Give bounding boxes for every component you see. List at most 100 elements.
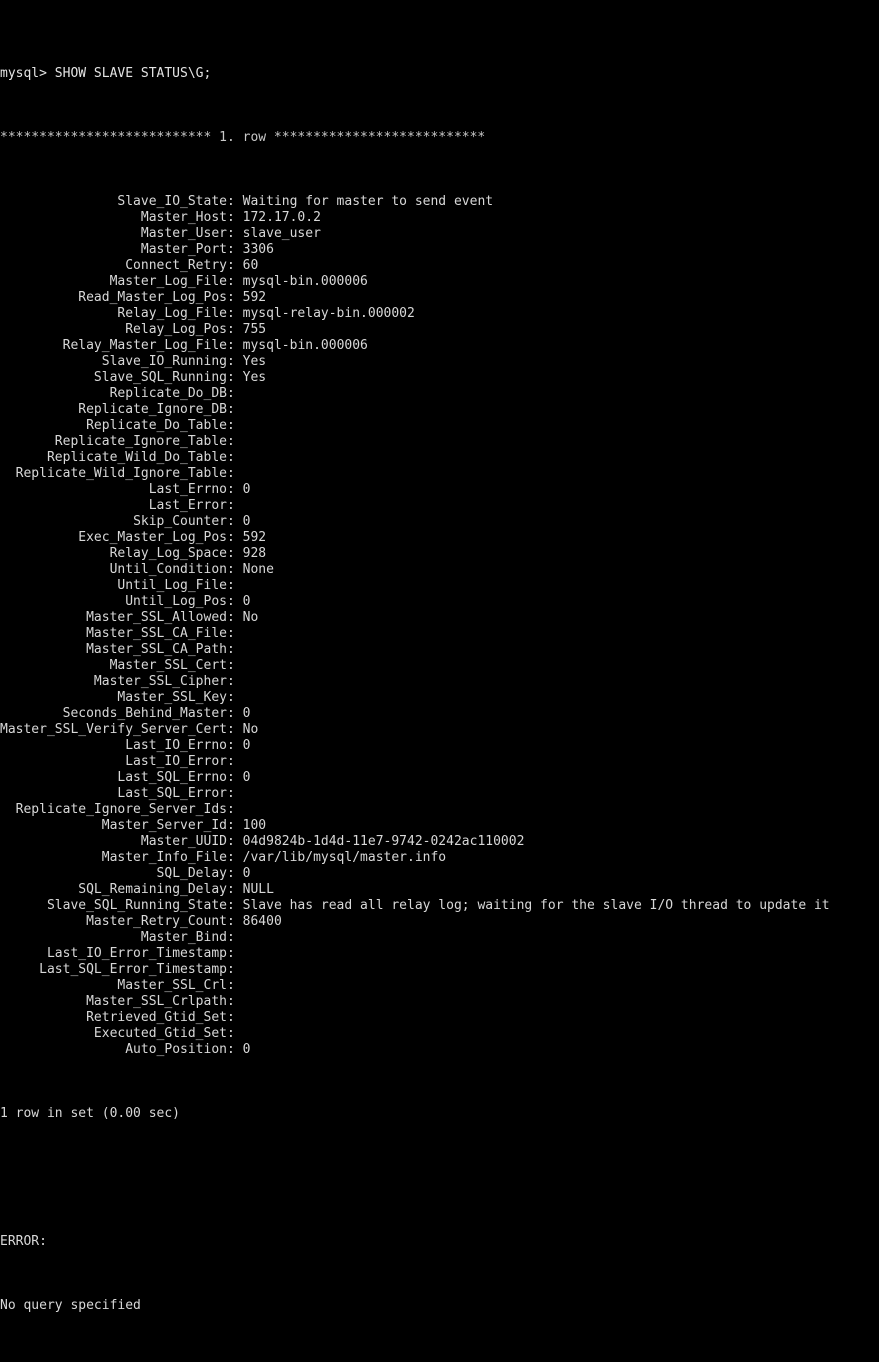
field-value: Yes — [234, 354, 267, 369]
field-indent — [0, 914, 86, 929]
field-colon: : — [227, 290, 235, 305]
field-label: Skip_Counter — [133, 514, 227, 529]
field-label: Relay_Log_Pos — [125, 322, 227, 337]
field-indent — [0, 530, 78, 545]
field-label: Executed_Gtid_Set — [93, 1026, 227, 1041]
field-indent — [0, 578, 117, 593]
field-value: None — [234, 562, 274, 577]
field-label: Replicate_Ignore_Server_Ids — [15, 802, 227, 817]
field-indent — [0, 1026, 94, 1041]
field-label: Replicate_Do_DB — [109, 386, 227, 401]
field-indent — [0, 546, 110, 561]
field-colon: : — [227, 530, 235, 545]
field-label: Master_SSL_Crlpath — [86, 994, 227, 1009]
field-indent — [0, 930, 141, 945]
field-colon: : — [226, 978, 235, 993]
status-field-row: Last_SQL_Error_Timestamp: — [0, 962, 830, 978]
field-label: Retrieved_Gtid_Set — [86, 1010, 227, 1025]
field-indent — [0, 274, 110, 289]
field-colon: : — [226, 386, 235, 401]
status-field-row: Master_SSL_CA_File: — [0, 626, 830, 642]
field-indent — [0, 210, 141, 225]
status-field-row: Replicate_Wild_Ignore_Table: — [0, 466, 830, 482]
field-colon: : — [226, 658, 235, 673]
field-value: 0 — [234, 738, 251, 753]
status-field-row: Replicate_Do_DB: — [0, 386, 830, 402]
field-label: Master_SSL_Verify_Server_Cert — [0, 722, 227, 737]
field-value: No — [234, 610, 259, 625]
field-colon: : — [226, 802, 235, 817]
field-colon: : — [226, 738, 235, 753]
field-indent — [0, 786, 117, 801]
status-field-row: Connect_Retry: 60 — [0, 258, 830, 274]
field-indent — [0, 498, 149, 513]
terminal-window[interactable]: mysql> SHOW SLAVE STATUS\G; ************… — [0, 0, 879, 1313]
field-value: 592 — [234, 290, 267, 305]
status-field-row: Master_Bind: — [0, 930, 830, 946]
field-colon: : — [226, 898, 235, 913]
status-field-row: Until_Condition: None — [0, 562, 830, 578]
command-prompt-line: mysql> SHOW SLAVE STATUS\G; — [0, 66, 212, 81]
field-indent — [0, 690, 117, 705]
field-indent — [0, 466, 16, 481]
status-field-row: Master_Port: 3306 — [0, 242, 830, 258]
field-label: Relay_Log_Space — [109, 546, 227, 561]
terminal-output-screen[interactable]: mysql> SHOW SLAVE STATUS\G; ************… — [0, 18, 830, 1362]
status-field-row: Read_Master_Log_Pos: 592 — [0, 290, 830, 306]
field-label: Until_Condition — [109, 562, 227, 577]
status-field-row: Last_SQL_Error: — [0, 786, 830, 802]
field-colon: : — [226, 834, 235, 849]
field-label: Until_Log_File — [117, 578, 227, 593]
field-colon: : — [226, 1010, 235, 1025]
field-label: SQL_Delay — [156, 866, 227, 881]
status-field-row: Master_Info_File: /var/lib/mysql/master.… — [0, 850, 830, 866]
field-colon: : — [227, 706, 235, 721]
status-field-row: Until_Log_Pos: 0 — [0, 594, 830, 610]
field-label: Master_User — [140, 226, 227, 241]
field-indent — [0, 754, 125, 769]
field-colon: : — [226, 994, 235, 1009]
status-field-row: Master_Retry_Count: 86400 — [0, 914, 830, 930]
status-field-row: Slave_IO_Running: Yes — [0, 354, 830, 370]
field-label: Last_SQL_Error — [117, 786, 227, 801]
field-colon: : — [226, 786, 235, 801]
status-field-row: Relay_Log_File: mysql-relay-bin.000002 — [0, 306, 830, 322]
status-field-row: Auto_Position: 0 — [0, 1042, 830, 1058]
field-label: Read_Master_Log_Pos — [78, 290, 227, 305]
field-indent — [0, 562, 110, 577]
field-colon: : — [227, 498, 235, 513]
field-indent — [0, 898, 47, 913]
field-colon: : — [226, 754, 235, 769]
field-value: /var/lib/mysql/master.info — [234, 850, 447, 865]
field-label: Connect_Retry — [125, 258, 227, 273]
field-label: Last_SQL_Errno — [117, 770, 227, 785]
field-indent — [0, 386, 110, 401]
field-label: Master_SSL_Cert — [109, 658, 227, 673]
field-indent — [0, 354, 102, 369]
field-value: 04d9824b-1d4d-11e7-9742-0242ac110002 — [234, 834, 525, 849]
field-colon: : — [226, 242, 235, 257]
field-indent — [0, 738, 125, 753]
field-label: Master_Host — [140, 210, 227, 225]
field-label: Master_SSL_Crl — [117, 978, 227, 993]
field-colon: : — [226, 690, 235, 705]
field-label: Replicate_Ignore_DB — [78, 402, 227, 417]
field-label: Master_SSL_Key — [117, 690, 227, 705]
field-colon: : — [226, 946, 235, 961]
field-label: Replicate_Do_Table — [86, 418, 227, 433]
field-value: 0 — [234, 866, 251, 881]
status-field-row: Master_SSL_Crlpath: — [0, 994, 830, 1010]
row-separator-line: *************************** 1. row *****… — [0, 130, 486, 145]
field-value: 100 — [234, 818, 267, 833]
field-indent — [0, 450, 47, 465]
field-colon: : — [226, 674, 235, 689]
field-colon: : — [226, 914, 235, 929]
field-label: Master_Retry_Count — [86, 914, 227, 929]
field-indent — [0, 1042, 125, 1057]
field-indent — [0, 402, 78, 417]
result-footer-line: 1 row in set (0.00 sec) — [0, 1106, 181, 1121]
field-value: 592 — [234, 530, 267, 545]
field-colon: : — [226, 258, 235, 273]
field-colon: : — [226, 1042, 235, 1057]
field-value: No — [234, 722, 259, 737]
